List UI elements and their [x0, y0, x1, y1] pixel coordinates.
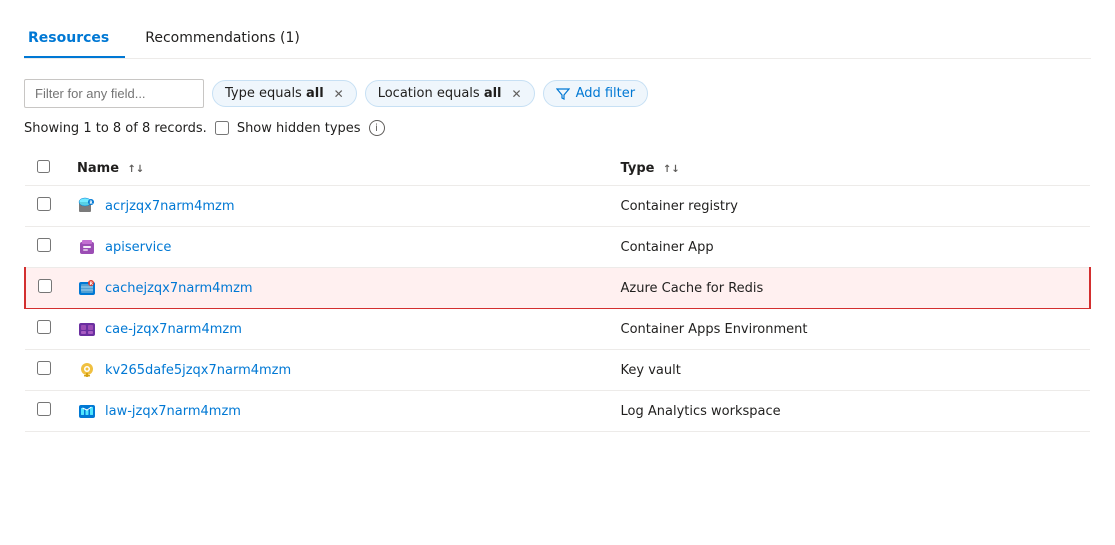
type-filter-close[interactable]: ✕	[334, 87, 344, 101]
row-name-cell: R cachejzqx7narm4mzm	[65, 268, 609, 309]
row-type-cell: Container App	[609, 227, 1090, 268]
svg-text:R: R	[90, 200, 93, 205]
table-row: R cachejzqx7narm4mzm Azure Cache for Red…	[25, 268, 1090, 309]
select-all-header	[25, 152, 65, 186]
table-row: kv265dafe5jzqx7narm4mzm Key vault	[25, 350, 1090, 391]
row-type-cell: Key vault	[609, 350, 1090, 391]
log-analytics-icon	[77, 401, 97, 421]
location-filter-label: Location equals all	[378, 86, 502, 101]
key-vault-icon	[77, 360, 97, 380]
row-checkbox[interactable]	[37, 320, 51, 334]
tab-recommendations[interactable]: Recommendations (1)	[141, 20, 316, 58]
add-filter-button[interactable]: Add filter	[543, 80, 649, 107]
resource-link[interactable]: acrjzqx7narm4mzm	[105, 199, 235, 214]
add-filter-label: Add filter	[576, 86, 636, 101]
row-type-cell: Container Apps Environment	[609, 309, 1090, 350]
row-checkbox[interactable]	[37, 402, 51, 416]
row-type-cell: Azure Cache for Redis	[609, 268, 1090, 309]
row-name-cell: R acrjzqx7narm4mzm	[65, 186, 609, 227]
record-info-bar: Showing 1 to 8 of 8 records. Show hidden…	[24, 120, 1091, 136]
row-name-cell: kv265dafe5jzqx7narm4mzm	[65, 350, 609, 391]
row-checkbox[interactable]	[38, 279, 52, 293]
redis-icon: R	[77, 278, 97, 298]
table-header-row: Name ↑↓ Type ↑↓	[25, 152, 1090, 186]
row-type-cell: Log Analytics workspace	[609, 391, 1090, 432]
location-filter-chip[interactable]: Location equals all ✕	[365, 80, 535, 107]
tabs-container: Resources Recommendations (1)	[24, 20, 1091, 59]
record-summary: Showing 1 to 8 of 8 records.	[24, 121, 207, 136]
funnel-icon	[556, 87, 570, 101]
container-registry-icon: R	[77, 196, 97, 216]
row-name-cell: cae-jzqx7narm4mzm	[65, 309, 609, 350]
col-header-type: Type ↑↓	[609, 152, 1090, 186]
row-checkbox[interactable]	[37, 361, 51, 375]
resource-link[interactable]: apiservice	[105, 240, 171, 255]
container-app-icon	[77, 237, 97, 257]
row-checkbox-cell	[25, 391, 65, 432]
info-icon[interactable]: i	[369, 120, 385, 136]
type-filter-chip[interactable]: Type equals all ✕	[212, 80, 357, 107]
col-header-name: Name ↑↓	[65, 152, 609, 186]
show-hidden-checkbox[interactable]	[215, 121, 229, 135]
row-name-cell: law-jzqx7narm4mzm	[65, 391, 609, 432]
row-checkbox-cell	[25, 227, 65, 268]
row-checkbox-cell	[25, 309, 65, 350]
row-checkbox-cell	[25, 186, 65, 227]
tab-resources[interactable]: Resources	[24, 20, 125, 58]
row-name-cell: apiservice	[65, 227, 609, 268]
filter-bar: Type equals all ✕ Location equals all ✕ …	[24, 79, 1091, 108]
resource-link[interactable]: cachejzqx7narm4mzm	[105, 281, 253, 296]
type-sort-icon[interactable]: ↑↓	[663, 164, 680, 175]
row-checkbox[interactable]	[37, 238, 51, 252]
filter-input[interactable]	[24, 79, 204, 108]
row-type-cell: Container registry	[609, 186, 1090, 227]
location-filter-close[interactable]: ✕	[512, 87, 522, 101]
row-checkbox-cell	[25, 350, 65, 391]
resource-link[interactable]: cae-jzqx7narm4mzm	[105, 322, 242, 337]
show-hidden-label: Show hidden types	[237, 121, 361, 136]
table-row: apiservice Container App	[25, 227, 1090, 268]
container-apps-env-icon	[77, 319, 97, 339]
row-checkbox[interactable]	[37, 197, 51, 211]
table-row: cae-jzqx7narm4mzm Container Apps Environ…	[25, 309, 1090, 350]
row-checkbox-cell	[25, 268, 65, 309]
table-row: law-jzqx7narm4mzm Log Analytics workspac…	[25, 391, 1090, 432]
table-row: R acrjzqx7narm4mzm Container registry	[25, 186, 1090, 227]
svg-text:R: R	[90, 281, 94, 287]
type-filter-label: Type equals all	[225, 86, 324, 101]
resources-table: Name ↑↓ Type ↑↓ R acrjzqx7narm4mzm Conta	[24, 152, 1091, 432]
resource-link[interactable]: kv265dafe5jzqx7narm4mzm	[105, 363, 291, 378]
resource-link[interactable]: law-jzqx7narm4mzm	[105, 404, 241, 419]
name-sort-icon[interactable]: ↑↓	[128, 164, 145, 175]
select-all-checkbox[interactable]	[37, 160, 50, 173]
